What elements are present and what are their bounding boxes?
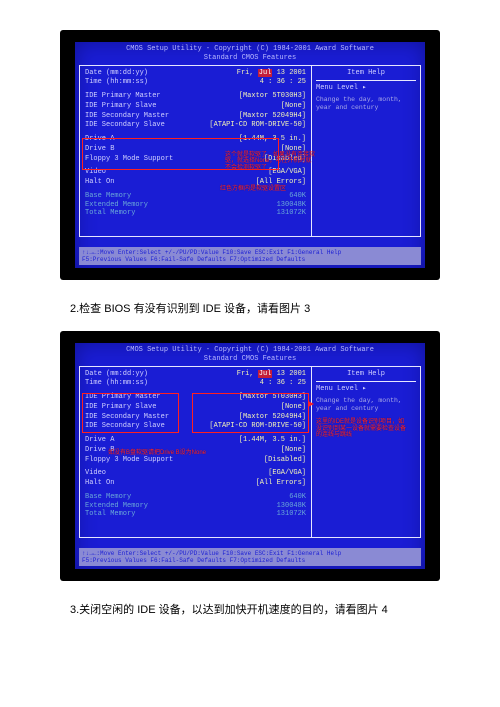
total-mem-label: Total Memory: [85, 510, 135, 519]
ide-ps-label: IDE Primary Slave: [85, 102, 156, 111]
ext-mem-value: 130048K: [277, 502, 306, 511]
ide-sm-value: [Maxtor 52049H4]: [239, 112, 306, 121]
drive-a-label: Drive A: [85, 436, 114, 445]
base-mem-label: Base Memory: [85, 493, 131, 502]
bios-help-panel: Item Help Menu Level ▸ Change the day, m…: [312, 66, 420, 236]
ide-pm-value: [Maxtor 5T030H3]: [239, 92, 306, 101]
footer-line-2: F5:Previous Values F6:Fail-Safe Defaults…: [82, 256, 418, 263]
ide-pm-label: IDE Primary Master: [85, 393, 161, 402]
help-title: Item Help: [316, 69, 416, 82]
caption-3: 3.关闭空闲的 IDE 设备，以达到加快开机速度的目的，请看图片 4: [70, 601, 460, 617]
total-mem-label: Total Memory: [85, 209, 135, 218]
ide-pm-label: IDE Primary Master: [85, 92, 161, 101]
ext-mem-label: Extended Memory: [85, 502, 148, 511]
bios-help-panel: Item Help Menu Level ▸ Change the day, m…: [312, 367, 420, 537]
footer-line-2: F5:Previous Values F6:Fail-Safe Defaults…: [82, 557, 418, 564]
date-label: Date (mm:dd:yy): [85, 370, 148, 379]
help-text: Change the day, month, year and century: [316, 397, 416, 413]
ext-mem-label: Extended Memory: [85, 201, 148, 210]
ide-sm-label: IDE Secondary Master: [85, 413, 169, 422]
bios-title-1: CMOS Setup Utility - Copyright (C) 1984-…: [75, 45, 425, 54]
halt-label: Halt On: [85, 479, 114, 488]
time-value: 4 : 36 : 25: [260, 78, 306, 87]
bios-body: Date (mm:dd:yy) Fri, Jul 13 2001 Time (h…: [79, 366, 421, 538]
arrow-icon: [308, 401, 314, 407]
drive-b-value: [None]: [281, 446, 306, 455]
halt-label: Halt On: [85, 178, 114, 187]
footer-line-1: ↑↓→←:Move Enter:Select +/-/PU/PD:Value F…: [82, 550, 418, 557]
video-label: Video: [85, 469, 106, 478]
drive-b-annotation: 如没有B盘软驱请把Drive B设为None: [108, 450, 238, 457]
bios-title-1: CMOS Setup Utility - Copyright (C) 1984-…: [75, 346, 425, 355]
date-value: Fri, Jul 13 2001: [237, 69, 306, 78]
halt-value: [All Errors]: [256, 479, 306, 488]
video-label: Video: [85, 168, 106, 177]
bios-screen: CMOS Setup Utility - Copyright (C) 1984-…: [75, 42, 425, 268]
total-mem-value: 131072K: [277, 510, 306, 519]
bios-footer: ↑↓→←:Move Enter:Select +/-/PU/PD:Value F…: [79, 247, 421, 265]
drive-a-value: [1.44M, 3.5 in.]: [239, 135, 306, 144]
ide-sm-value: [Maxtor 52049H4]: [239, 413, 306, 422]
total-mem-value: 131072K: [277, 209, 306, 218]
ide-ss-value: [ATAPI-CD ROM-DRIVE-50]: [209, 422, 306, 431]
bios-screenshot-2: CMOS Setup Utility - Copyright (C) 1984-…: [60, 331, 440, 581]
ide-ps-value: [None]: [281, 403, 306, 412]
drive-b-label: Drive B: [85, 145, 114, 154]
bios-header: CMOS Setup Utility - Copyright (C) 1984-…: [75, 343, 425, 366]
time-label: Time (hh:mm:ss): [85, 379, 148, 388]
date-label: Date (mm:dd:yy): [85, 69, 148, 78]
date-value: Fri, Jul 13 2001: [237, 370, 306, 379]
floppy-annotation-2: 红色方框内是软驱设置区: [220, 186, 310, 193]
ide-ss-value: [ATAPI-CD ROM-DRIVE-50]: [209, 121, 306, 130]
ide-annotation: 这里的IDE就是设备识别项目，如没识别到某一设备就需要检查设备的连线与跳线: [316, 419, 408, 439]
drive-a-label: Drive A: [85, 135, 114, 144]
video-value: [EGA/VGA]: [268, 469, 306, 478]
bios-header: CMOS Setup Utility - Copyright (C) 1984-…: [75, 42, 425, 65]
help-title: Item Help: [316, 370, 416, 383]
bios-body: Date (mm:dd:yy) Fri, Jul 13 2001 Time (h…: [79, 65, 421, 237]
floppy3-value: [Disabled]: [264, 456, 306, 465]
menu-level: Menu Level ▸: [316, 84, 416, 93]
help-text: Change the day, month, year and century: [316, 96, 416, 112]
ide-ps-label: IDE Primary Slave: [85, 403, 156, 412]
base-mem-label: Base Memory: [85, 192, 131, 201]
bios-main-panel: Date (mm:dd:yy) Fri, Jul 13 2001 Time (h…: [80, 66, 312, 236]
bios-main-panel: Date (mm:dd:yy) Fri, Jul 13 2001 Time (h…: [80, 367, 312, 537]
drive-a-value: [1.44M, 3.5 in.]: [239, 436, 306, 445]
ext-mem-value: 130048K: [277, 201, 306, 210]
time-label: Time (hh:mm:ss): [85, 78, 148, 87]
bios-screen: CMOS Setup Utility - Copyright (C) 1984-…: [75, 343, 425, 569]
caption-2: 2.检查 BIOS 有没有识别到 IDE 设备，请看图片 3: [70, 300, 460, 316]
ide-sm-label: IDE Secondary Master: [85, 112, 169, 121]
base-mem-value: 640K: [289, 192, 306, 201]
floppy3-label: Floppy 3 Mode Support: [85, 456, 173, 465]
ide-ss-label: IDE Secondary Slave: [85, 422, 165, 431]
ide-ps-value: [None]: [281, 102, 306, 111]
bios-screenshot-1: CMOS Setup Utility - Copyright (C) 1984-…: [60, 30, 440, 280]
bios-title-2: Standard CMOS Features: [75, 355, 425, 364]
floppy-annotation-1: 这个就是软驱了，如果没有连接软驱，就选择None，可在开机时就不会检测软驱了: [225, 152, 315, 172]
bios-title-2: Standard CMOS Features: [75, 54, 425, 63]
footer-line-1: ↑↓→←:Move Enter:Select +/-/PU/PD:Value F…: [82, 249, 418, 256]
time-value: 4 : 36 : 25: [260, 379, 306, 388]
ide-pm-value: [Maxtor 5T030H3]: [239, 393, 306, 402]
bios-footer: ↑↓→←:Move Enter:Select +/-/PU/PD:Value F…: [79, 548, 421, 566]
base-mem-value: 640K: [289, 493, 306, 502]
menu-level: Menu Level ▸: [316, 385, 416, 394]
floppy3-label: Floppy 3 Mode Support: [85, 155, 173, 164]
ide-ss-label: IDE Secondary Slave: [85, 121, 165, 130]
